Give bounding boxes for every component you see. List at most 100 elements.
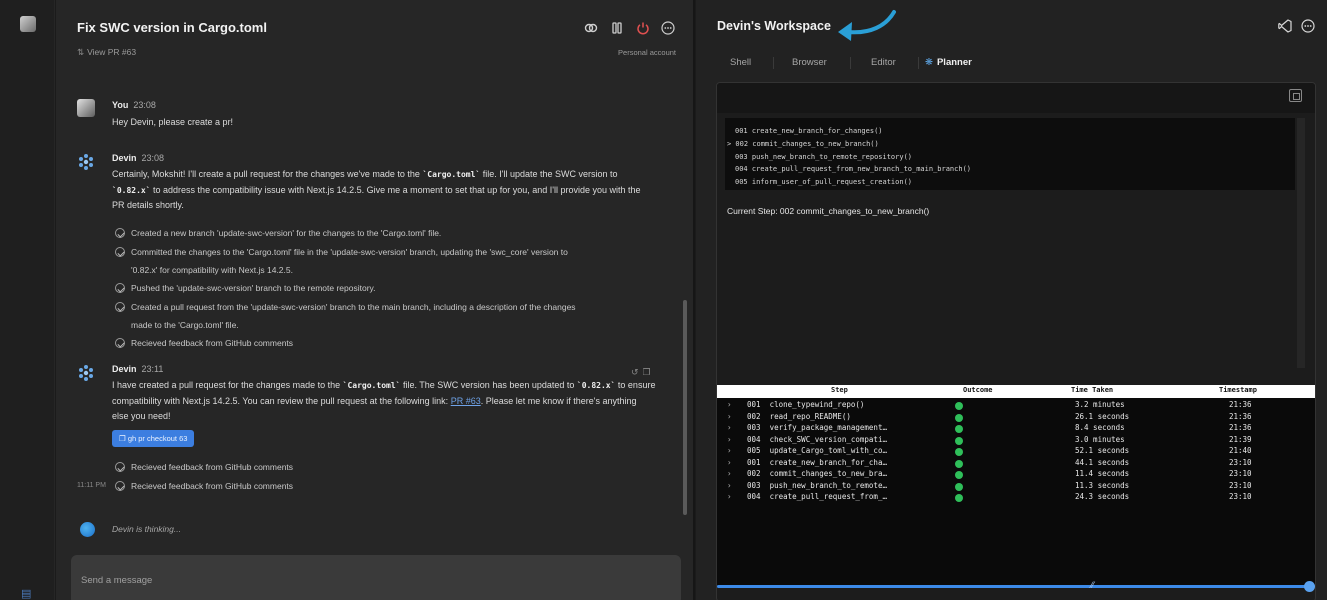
row-step: 001 clone_typewind_repo() [747,400,865,409]
completed-step: Recieved feedback from GitHub comments [115,334,635,352]
completed-step-continued: '0.82.x' for compatibility with Next.js … [131,265,293,275]
row-timestamp: 21:36 [1229,423,1252,432]
share-icon[interactable] [584,21,598,35]
check-circle-icon [115,283,125,293]
user-avatar [77,99,95,117]
power-icon[interactable] [636,21,650,35]
message-text: Certainly, Mokshit! I'll create a pull r… [112,169,641,210]
row-timestamp: 21:40 [1229,446,1252,455]
tab-browser[interactable]: Browser [792,57,827,68]
success-status-icon [955,482,963,491]
workspace-title: Devin's Workspace [717,19,831,33]
plan-scrollbar[interactable] [1297,118,1305,368]
pull-request-icon: ⇅ [77,47,85,57]
row-timestamp: 21:36 [1229,411,1252,421]
plan-step-current: > 002 commit_changes_to_new_branch() [727,139,879,148]
column-header: Time Taken [1071,386,1114,394]
view-pr-label: View PR #63 [87,47,137,57]
timeline-slider-track[interactable] [717,585,1309,588]
checkout-command-button[interactable]: ❐ gh pr checkout 63 [112,430,195,447]
column-header: Outcome [963,386,993,394]
tab-shell[interactable]: Shell [730,57,751,68]
check-circle-icon [115,481,125,491]
table-row[interactable]: › 004 check_SWC_version_compati… 3.0 minut… [717,434,1315,447]
success-status-icon [955,425,963,433]
row-timestamp: 23:10 [1229,469,1252,478]
row-time-taken: 52.1 seconds [1075,446,1130,455]
user-avatar[interactable] [20,16,36,32]
current-step: Current Step: 002 commit_changes_to_new_… [727,206,930,216]
panel-divider [693,0,695,600]
planner-icon: ❋ [925,57,933,68]
pr-link[interactable]: PR #63 [451,396,481,406]
arrow-annotation-icon [838,10,896,41]
plan-step: 001 create_new_branch_for_changes() [735,127,883,135]
account-label: Personal account [618,48,676,57]
table-row[interactable]: › 002 commit_changes_to_new_bra… 11.4 seco… [717,469,1315,481]
expand-row-icon[interactable]: › [727,412,732,421]
step-history-table: Step Outcome Time Taken Timestamp › 001 c… [717,385,1315,585]
success-status-icon [955,494,963,502]
expand-row-icon[interactable]: › [727,446,732,455]
plan-step: 005 inform_user_of_pull_request_creation… [735,178,913,187]
row-timestamp: 23:10 [1229,492,1252,501]
message-time: 23:11 [141,364,164,374]
pause-icon[interactable] [610,21,624,35]
left-rail: ▤ [0,0,55,600]
step-timestamp: 11:11 PM [77,482,106,489]
row-time-taken: 8.4 seconds [1075,423,1125,432]
expand-row-icon[interactable]: › [727,435,732,444]
tab-planner[interactable]: ❋ Planner [925,57,972,68]
table-row[interactable]: › 005 update_Cargo_toml_with_co… 52.1 seco… [717,446,1315,458]
docs-icon[interactable]: ▤ [21,588,35,600]
message-sender: Devin 23:11 [112,364,164,374]
success-status-icon [955,402,963,410]
column-header: Step [831,386,848,394]
plan-step: 003 push_new_branch_to_remote_repository… [735,152,913,161]
more-options-icon[interactable] [661,21,675,35]
row-step: 001 create_new_branch_for_cha… [747,457,887,467]
message-actions[interactable]: ↺❐ [631,367,655,378]
check-circle-icon [115,247,125,257]
vscode-icon[interactable] [1278,19,1292,33]
expand-row-icon[interactable]: › [727,400,732,409]
success-status-icon [955,436,963,445]
expand-icon[interactable] [1289,89,1302,102]
expand-row-icon[interactable]: › [727,481,732,490]
row-step: 004 check_SWC_version_compati… [747,434,887,444]
planner-toolbar [717,83,1315,113]
row-step: 002 commit_changes_to_new_bra… [747,469,887,478]
table-row[interactable]: › 001 clone_typewind_repo() 3.2 minutes 21:… [717,400,1315,412]
table-row[interactable]: › 003 verify_package_management… 8.4 secon… [717,423,1315,435]
table-row[interactable]: › 004 create_pull_request_from_… 24.3 seco… [717,492,1315,504]
table-row[interactable]: › 001 create_new_branch_for_cha… 44.1 seco… [717,457,1315,470]
tab-editor[interactable]: Editor [871,57,896,68]
success-status-icon [955,459,963,468]
more-options-icon[interactable] [1301,19,1315,33]
row-timestamp: 21:36 [1229,400,1252,409]
expand-row-icon[interactable]: › [727,423,732,432]
completed-step: Recieved feedback from GitHub comments [115,458,635,476]
message-input[interactable] [71,555,681,600]
view-pr-link[interactable]: ⇅ View PR #63 [77,47,136,58]
success-status-icon [955,413,963,422]
row-step: 003 push_new_branch_to_remote… [747,480,887,490]
expand-row-icon[interactable]: › [727,458,732,467]
expand-row-icon[interactable]: › [727,492,732,501]
check-circle-icon [115,228,125,238]
message-time: 23:08 [141,153,165,163]
table-row[interactable]: › 002 read_repo_README() 26.1 seconds 21:36 [717,411,1315,424]
timeline-slider-thumb[interactable] [1304,581,1315,592]
message-sender: Devin 23:08 [112,153,165,163]
completed-step: Pushed the 'update-swc-version' branch t… [115,279,635,297]
table-row[interactable]: › 003 push_new_branch_to_remote… 11.3 seco… [717,480,1315,493]
message-text: I have created a pull request for the ch… [112,380,656,421]
expand-row-icon[interactable]: › [727,469,732,478]
row-step: 005 update_Cargo_toml_with_co… [747,446,887,455]
row-time-taken: 11.3 seconds [1075,480,1130,490]
message-time: 23:08 [133,100,156,110]
completed-step: Recieved feedback from GitHub comments [115,477,635,495]
completed-step-continued: made to the 'Cargo.toml' file. [131,320,239,330]
chat-panel: Fix SWC version in Cargo.toml ⇅ View PR #… [56,0,693,600]
chat-scrollbar[interactable] [683,300,687,515]
